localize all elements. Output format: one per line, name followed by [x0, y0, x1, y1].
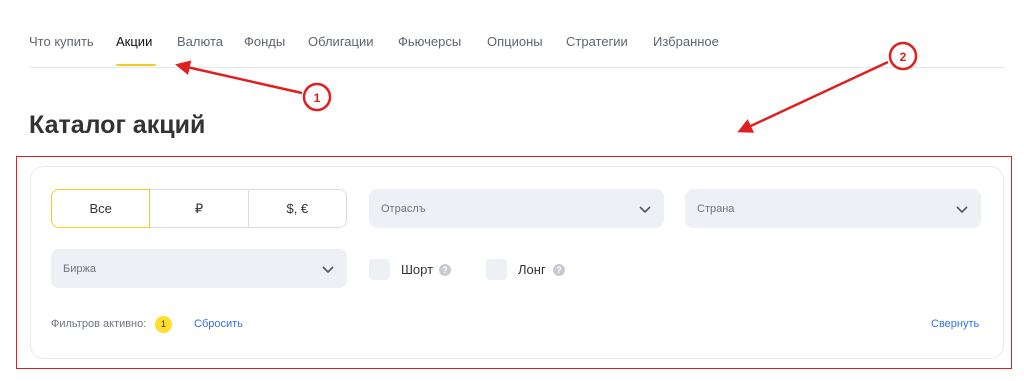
annotation-marker-1-text: 1: [314, 91, 321, 105]
annotation-overlay: 1 2: [175, 41, 918, 133]
currency-all-button[interactable]: Все: [51, 189, 151, 228]
annotation-arrow-2: [737, 60, 889, 133]
annotation-marker-2-text: 2: [900, 50, 907, 64]
annotation-arrow-1: [175, 60, 303, 95]
